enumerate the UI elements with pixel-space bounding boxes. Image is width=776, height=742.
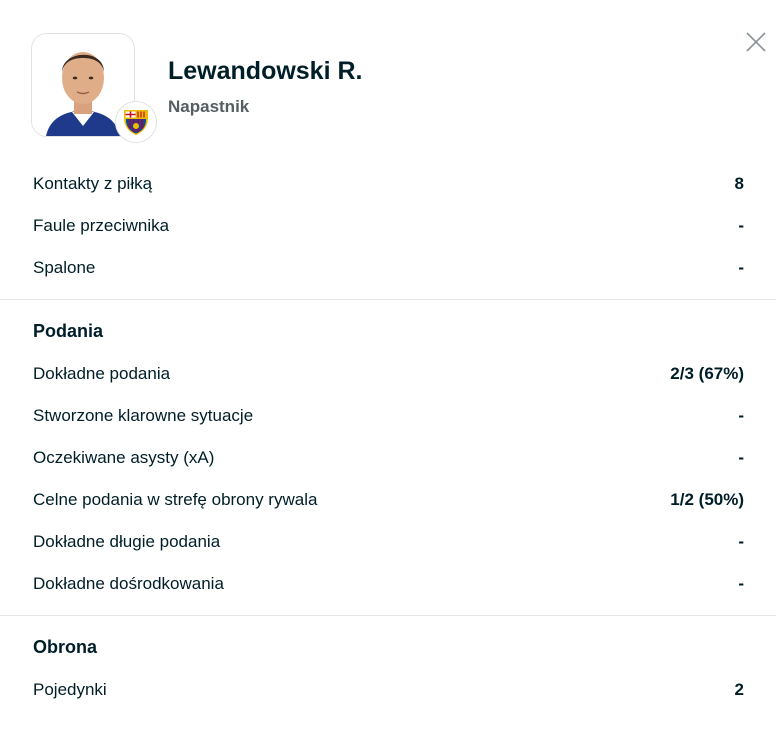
stat-value: - <box>738 258 744 277</box>
section-divider <box>0 299 776 300</box>
stat-value: - <box>738 532 744 551</box>
stat-label: Dokładne podania <box>33 364 171 383</box>
stat-row: Dokładne podania 2/3 (67%) <box>0 353 776 395</box>
stat-value: - <box>738 216 744 235</box>
stat-label: Stworzone klarowne sytuacje <box>33 406 254 425</box>
stats-list: Kontakty z piłką 8 Faule przeciwnika - S… <box>0 163 776 711</box>
stat-label: Pojedynki <box>33 680 107 699</box>
fc-barcelona-badge-icon <box>124 110 148 135</box>
player-name: Lewandowski R. <box>168 57 363 85</box>
stat-value: - <box>738 406 744 425</box>
stat-label: Spalone <box>33 258 96 277</box>
player-header: Lewandowski R. Napastnik <box>31 33 631 143</box>
stat-value: - <box>738 448 744 467</box>
stat-label: Faule przeciwnika <box>33 216 170 235</box>
stat-label: Dokładne dośrodkowania <box>33 574 224 593</box>
stat-row: Dokładne długie podania - <box>0 521 776 563</box>
player-stats-panel: Lewandowski R. Napastnik Kontakty z piłk… <box>0 0 776 742</box>
stat-value: 8 <box>734 174 744 193</box>
club-badge <box>115 101 157 143</box>
stat-label: Dokładne długie podania <box>33 532 221 551</box>
stat-row: Kontakty z piłką 8 <box>0 163 776 205</box>
close-icon[interactable] <box>744 30 768 54</box>
section-title-defense: Obrona <box>33 636 98 657</box>
player-position: Napastnik <box>168 97 250 116</box>
stat-value: 1/2 (50%) <box>670 490 744 509</box>
stat-row: Dokładne dośrodkowania - <box>0 563 776 605</box>
section-title-passes: Podania <box>33 320 104 341</box>
stat-row: Celne podania w strefę obrony rywala 1/2… <box>0 479 776 521</box>
stat-row: Pojedynki 2 <box>0 669 776 711</box>
stat-row: Spalone - <box>0 247 776 289</box>
stat-row: Faule przeciwnika - <box>0 205 776 247</box>
stat-label: Kontakty z piłką <box>33 174 153 193</box>
stat-label: Celne podania w strefę obrony rywala <box>33 490 318 509</box>
stat-value: 2 <box>734 680 744 699</box>
stat-row: Stworzone klarowne sytuacje - <box>0 395 776 437</box>
stat-value: - <box>738 574 744 593</box>
section-divider <box>0 615 776 616</box>
stat-row: Oczekiwane asysty (xA) - <box>0 437 776 479</box>
stat-label: Oczekiwane asysty (xA) <box>33 448 215 467</box>
stat-value: 2/3 (67%) <box>670 364 744 383</box>
